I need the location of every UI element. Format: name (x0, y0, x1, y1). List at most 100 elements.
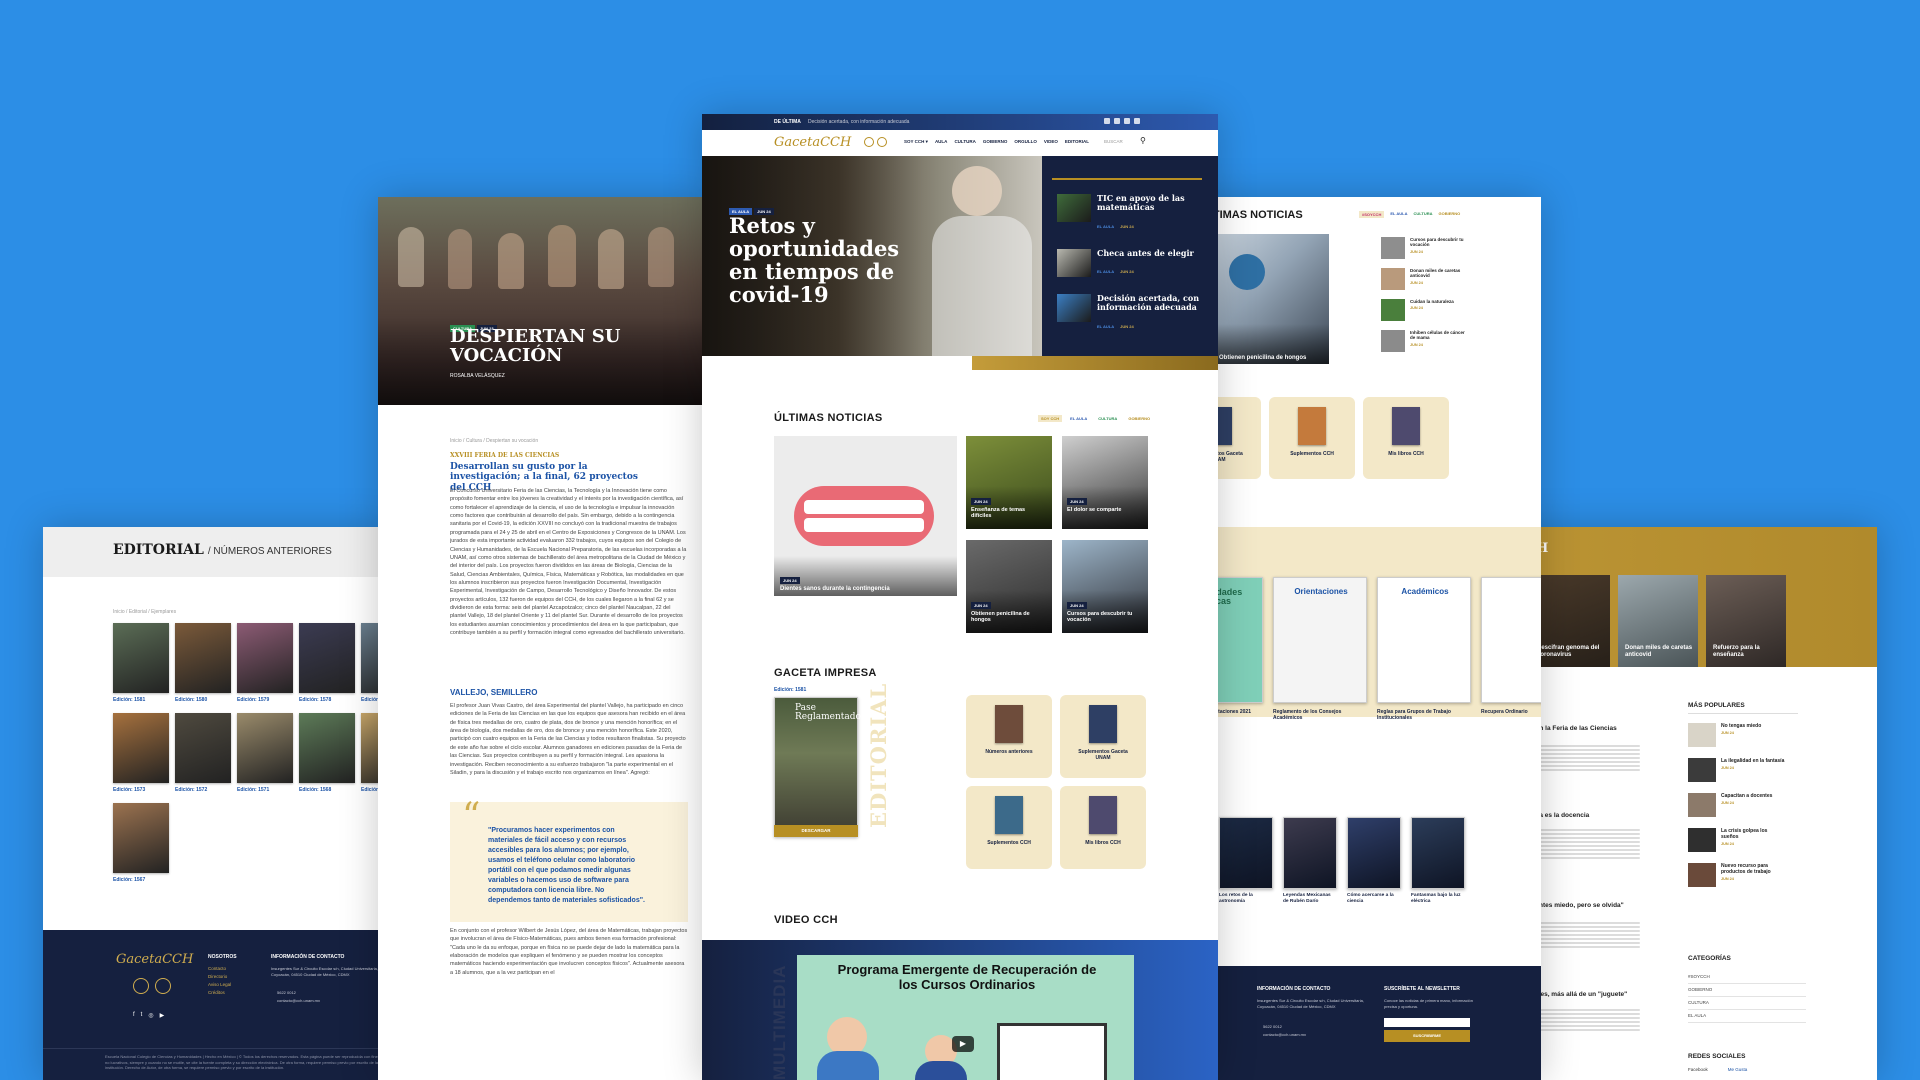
book[interactable]: Los retos de la astronomía (1219, 817, 1273, 905)
nav-item[interactable]: SOY CCH ▾ (904, 139, 928, 145)
publication-cover[interactable]: Académicos (1377, 577, 1471, 703)
twitter-icon[interactable] (1114, 118, 1120, 124)
popular-title[interactable]: No tengas miedo (1721, 723, 1785, 729)
side-news-title[interactable]: Decisión acertada, con información adecu… (1097, 294, 1207, 312)
news-list-title[interactable]: Cuidan la naturaleza (1410, 299, 1470, 304)
facebook-link[interactable]: Facebook (1688, 1067, 1708, 1072)
popular-thumb[interactable] (1688, 793, 1716, 817)
edition-cover[interactable] (175, 623, 231, 693)
subscribe-button[interactable]: SUSCRIBIRME (1384, 1030, 1470, 1042)
small-news-title[interactable]: Cursos para descubrir tu vocación (1067, 611, 1143, 624)
edition-cover[interactable] (113, 623, 169, 693)
print-item[interactable]: Suplementos CCH (966, 786, 1052, 869)
filter-tab[interactable]: GOBIERNO (1125, 415, 1153, 422)
book-cover[interactable] (1411, 817, 1465, 889)
publication[interactable]: Académicos Reglas para Grupos de Trabajo … (1377, 577, 1471, 722)
footer-link[interactable]: Créditos (208, 990, 231, 995)
edition-label[interactable]: Edición: 1571 (237, 787, 293, 793)
edition-cover[interactable] (237, 623, 293, 693)
popular-item[interactable]: No tengas miedo JUN 24 (1688, 723, 1808, 747)
small-news-card[interactable]: JUN 24 Cursos para descubrir tu vocación (1062, 540, 1148, 633)
edition-cover[interactable] (299, 623, 355, 693)
hero-title[interactable]: DESPIERTAN SU VOCACIÓN (450, 327, 650, 366)
edition-card[interactable]: Edición: 1567 (113, 803, 169, 883)
filter-tab[interactable]: CULTURA (1413, 211, 1432, 218)
like-link[interactable]: Me Gusta (1728, 1067, 1748, 1072)
facebook-icon[interactable]: f (133, 1012, 135, 1019)
edition-cover[interactable] (299, 713, 355, 783)
side-news-tag[interactable]: EL AULA (1097, 269, 1114, 274)
category-item[interactable]: CULTURA (1688, 997, 1806, 1010)
book-title[interactable]: Cómo acercarse a la ciencia (1347, 893, 1401, 905)
footer-link[interactable]: Aviso Legal (208, 982, 231, 987)
nav-item[interactable]: ORGULLO (1014, 139, 1037, 145)
popular-title[interactable]: Capacitan a docentes (1721, 793, 1785, 799)
publication[interactable]: Recupera Ordinario (1481, 577, 1541, 722)
filter-tab[interactable]: GOBIERNO (1439, 211, 1461, 218)
edition-label[interactable]: Edición: 1572 (175, 787, 231, 793)
publication-label[interactable]: Reglamento de los Consejos Académicos (1273, 709, 1367, 722)
category-item[interactable]: EL AULA (1688, 1010, 1806, 1023)
nav-item[interactable]: GOBIERNO (983, 139, 1008, 145)
filter-tab[interactable]: SOY CCH (1038, 415, 1063, 422)
news-list-thumb[interactable] (1381, 237, 1405, 259)
edition-card[interactable]: Edición: 1573 (113, 713, 169, 793)
publication-cover[interactable] (1298, 407, 1326, 445)
search-input[interactable]: BUSCAR (1104, 139, 1123, 144)
side-news-item[interactable]: Decisión acertada, con información adecu… (1057, 294, 1207, 333)
side-news-tag[interactable]: EL AULA (1097, 324, 1114, 329)
breadcrumb[interactable]: Inicio / Cultura / Despiertan su vocació… (450, 438, 538, 445)
breadcrumb[interactable]: Inicio / Editorial / Ejemplares (113, 609, 176, 616)
small-news-title[interactable]: El dolor se comparte (1067, 507, 1143, 513)
instagram-icon[interactable] (1124, 118, 1130, 124)
topbar-text[interactable]: Decisión acertada, con información adecu… (808, 119, 909, 125)
footer-email[interactable]: contacto@cch.unam.mx (1263, 1032, 1306, 1037)
hero-title[interactable]: Retos y oportunidades en tiempos de covi… (729, 214, 909, 306)
publication-label[interactable]: Reglas para Grupos de Trabajo Institucio… (1377, 709, 1471, 722)
publication[interactable]: Orientaciones Reglamento de los Consejos … (1273, 577, 1367, 722)
print-item-cover[interactable] (1089, 705, 1117, 743)
print-item-label[interactable]: Números anteriores (979, 749, 1039, 755)
big-news-title[interactable]: Dientes sanos durante la contingencia (780, 586, 890, 592)
news-list-thumb[interactable] (1381, 268, 1405, 290)
nav-item[interactable]: EDITORIAL (1065, 139, 1089, 145)
side-news-thumb[interactable] (1057, 194, 1091, 222)
popular-item[interactable]: Capacitan a docentes JUN 24 (1688, 793, 1808, 817)
site-logo[interactable]: GacetaCCH (774, 135, 851, 150)
publication-cover[interactable] (1392, 407, 1420, 445)
popular-item[interactable]: La crisis golpea los sueños JUN 24 (1688, 828, 1808, 852)
edition-cover[interactable] (237, 713, 293, 783)
card-title[interactable]: Descifran genoma del coronavirus (1537, 645, 1607, 659)
category-item[interactable]: #SOYCCH (1688, 971, 1806, 984)
edition-card[interactable]: Edición: 1578 (299, 623, 355, 703)
news-list-title[interactable]: Cursos para descubrir tu vocación (1410, 237, 1470, 248)
side-news-title[interactable]: Checa antes de elegir (1097, 248, 1194, 258)
edition-card[interactable]: Edición: 1581 (113, 623, 169, 703)
filter-tab[interactable]: CULTURA (1095, 415, 1120, 422)
nav-item[interactable]: AULA (935, 139, 948, 145)
book-title[interactable]: Leyendas Mexicanas de Rubén Darío (1283, 893, 1337, 905)
instagram-icon[interactable]: ◎ (148, 1012, 153, 1019)
popular-title[interactable]: La ilegalidad en la fantasía (1721, 758, 1785, 764)
big-news-photo[interactable] (774, 436, 957, 596)
small-news-title[interactable]: Obtienen penicilina de hongos (971, 611, 1047, 624)
print-item[interactable]: Suplementos Gaceta UNAM (1060, 695, 1146, 778)
contact-phone[interactable]: 5622 0012 (277, 990, 296, 995)
edition-label[interactable]: Edición: 1580 (175, 697, 231, 703)
footer-phone[interactable]: 5622 0012 (1263, 1024, 1282, 1029)
news-list-item[interactable]: Cuidan la naturaleza JUN 24 (1381, 299, 1491, 321)
facebook-icon[interactable] (1104, 118, 1110, 124)
nav-item[interactable]: VIDEO (1044, 139, 1058, 145)
news-list-item[interactable]: Cursos para descubrir tu vocación JUN 24 (1381, 237, 1491, 259)
edition-card[interactable]: Edición: 1568 (299, 713, 355, 793)
book-cover[interactable] (1283, 817, 1337, 889)
edition-label[interactable]: Edición: 1579 (237, 697, 293, 703)
popular-thumb[interactable] (1688, 758, 1716, 782)
edition-cover[interactable] (113, 713, 169, 783)
edition-label[interactable]: Edición: 1573 (113, 787, 169, 793)
big-news-caption[interactable]: Obtienen penicilina de hongos (1219, 355, 1306, 361)
card-title[interactable]: Refuerzo para la enseñanza (1713, 645, 1783, 659)
card-title[interactable]: Donan miles de caretas anticovid (1625, 645, 1695, 659)
book-cover[interactable] (1219, 817, 1273, 889)
edition-card[interactable]: Edición: 1580 (175, 623, 231, 703)
